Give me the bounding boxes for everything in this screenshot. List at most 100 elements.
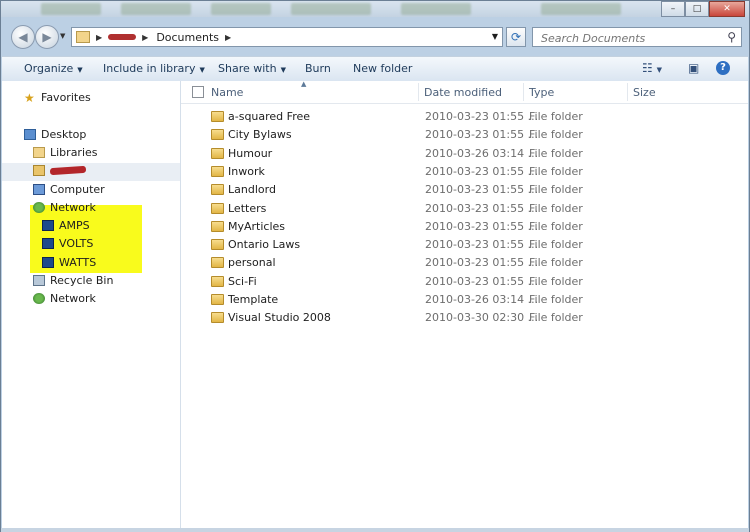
table-row[interactable]: Visual Studio 2008 2010-03-30 02:30 ... Fi…: [181, 309, 748, 327]
table-row[interactable]: Sci-Fi 2010-03-23 01:55 ... File folder: [181, 273, 748, 291]
nav-watts-label: WATTS: [59, 256, 97, 269]
table-row[interactable]: Ontario Laws 2010-03-23 01:55 ... File fol…: [181, 236, 748, 254]
column-name[interactable]: Name: [211, 86, 243, 99]
column-divider[interactable]: [523, 83, 524, 101]
caret-down-icon: ▼: [280, 66, 286, 74]
recent-pages-dropdown[interactable]: ▼: [60, 32, 65, 40]
search-icon[interactable]: ⚲: [727, 30, 736, 44]
nav-network-volts[interactable]: VOLTS: [42, 237, 93, 250]
search-input[interactable]: [539, 29, 723, 47]
column-divider[interactable]: [418, 83, 419, 101]
nav-favorites-label: Favorites: [41, 91, 91, 104]
file-name: Template: [228, 293, 279, 306]
file-name: Inwork: [228, 164, 265, 178]
nav-network-amps[interactable]: AMPS: [42, 219, 90, 232]
file-date-modified: 2010-03-26 03:14 ...: [425, 146, 539, 160]
blurred-taskbar-item: [291, 3, 371, 15]
search-box[interactable]: ⚲: [532, 27, 742, 47]
file-name: Visual Studio 2008: [228, 311, 331, 325]
address-dropdown-icon[interactable]: ▼: [492, 32, 498, 41]
refresh-button[interactable]: ⟳: [506, 27, 526, 47]
file-date-modified: 2010-03-23 01:55 ...: [425, 128, 539, 142]
table-row[interactable]: Letters 2010-03-23 01:55 ... File folder: [181, 200, 748, 218]
table-row[interactable]: Template 2010-03-26 03:14 ... File folder: [181, 291, 748, 309]
back-button[interactable]: ◀: [11, 25, 35, 49]
nav-libraries[interactable]: Libraries: [33, 146, 98, 159]
caret-down-icon: ▼: [656, 66, 662, 74]
window-bottom-edge: [1, 528, 749, 532]
file-type: File folder: [529, 128, 583, 142]
desktop-icon: [24, 129, 36, 140]
table-row[interactable]: Humour 2010-03-26 03:14 ... File folder: [181, 145, 748, 163]
column-type[interactable]: Type: [529, 86, 554, 99]
new-folder-button[interactable]: New folder: [353, 62, 412, 75]
file-type: File folder: [529, 274, 583, 288]
caret-down-icon: ▼: [199, 66, 205, 74]
navigation-pane[interactable]: ★ Favorites Desktop Libraries Computer Ne…: [2, 81, 181, 531]
file-list[interactable]: ▲ Name Date modified Type Size a-squared…: [181, 80, 748, 531]
change-view-button[interactable]: ☷ ▼: [642, 61, 662, 75]
redacted-user-crumb[interactable]: [108, 34, 137, 40]
nav-user-folder[interactable]: [33, 165, 87, 176]
file-date-modified: 2010-03-30 02:30 ...: [425, 311, 539, 325]
table-row[interactable]: personal 2010-03-23 01:55 ... File folder: [181, 254, 748, 272]
nav-recycle-bin[interactable]: Recycle Bin: [33, 274, 113, 287]
folder-icon: [211, 111, 224, 122]
nav-favorites[interactable]: ★ Favorites: [24, 91, 91, 104]
nav-computer[interactable]: Computer: [33, 183, 105, 196]
preview-pane-button[interactable]: ▣: [688, 61, 699, 75]
table-row[interactable]: Inwork 2010-03-23 01:55 ... File folder: [181, 163, 748, 181]
maximize-button[interactable]: □: [685, 1, 709, 17]
explorer-window: – □ ✕ ◀ ▶ ▼ ▶ ▶ Documents ▶ ▼ ⟳ ⚲ Organi…: [0, 0, 750, 532]
folder-icon: [211, 220, 224, 232]
nav-desktop-label: Desktop: [41, 128, 87, 141]
close-button[interactable]: ✕: [709, 1, 745, 17]
include-in-library-button[interactable]: Include in library ▼: [103, 62, 205, 75]
file-name: Landlord: [228, 183, 276, 197]
help-icon[interactable]: ?: [716, 61, 730, 75]
table-row[interactable]: City Bylaws 2010-03-23 01:55 ... File fold…: [181, 126, 748, 144]
organize-button[interactable]: Organize ▼: [24, 62, 83, 75]
chevron-right-icon[interactable]: ▶: [142, 33, 148, 42]
nav-network-watts[interactable]: WATTS: [42, 256, 96, 269]
arrow-left-icon: ◀: [18, 30, 28, 44]
recycle-bin-icon: [33, 275, 45, 286]
network-icon: [33, 293, 45, 304]
file-date-modified: 2010-03-23 01:55 ...: [425, 110, 539, 123]
network-computer-icon: [42, 238, 54, 249]
breadcrumb-documents[interactable]: Documents: [156, 31, 219, 44]
share-with-button[interactable]: Share with ▼: [218, 62, 286, 75]
share-with-label: Share with: [218, 62, 277, 75]
nav-desktop[interactable]: Desktop: [24, 128, 86, 141]
nav-libraries-label: Libraries: [50, 146, 98, 159]
column-date-modified[interactable]: Date modified: [424, 86, 502, 99]
folder-icon: [211, 239, 224, 251]
file-date-modified: 2010-03-23 01:55 ...: [425, 256, 539, 270]
file-name: Sci-Fi: [228, 274, 257, 288]
file-type: File folder: [529, 164, 583, 178]
column-divider[interactable]: [627, 83, 628, 101]
view-list-icon: ☷: [642, 61, 653, 75]
main-area: ★ Favorites Desktop Libraries Computer Ne…: [2, 80, 748, 531]
minimize-button[interactable]: –: [661, 1, 685, 17]
table-row[interactable]: MyArticles 2010-03-23 01:55 ... File folde…: [181, 218, 748, 236]
table-row[interactable]: Landlord 2010-03-23 01:55 ... File folder: [181, 181, 748, 199]
forward-button[interactable]: ▶: [35, 25, 59, 49]
chevron-right-icon[interactable]: ▶: [96, 33, 102, 42]
select-all-checkbox[interactable]: [192, 86, 204, 98]
folder-icon: [211, 294, 224, 305]
organize-label: Organize: [24, 62, 74, 75]
file-name: Humour: [228, 146, 273, 160]
nav-network[interactable]: Network: [33, 201, 96, 214]
command-bar: Organize ▼ Include in library ▼ Share with…: [2, 56, 748, 82]
chevron-right-icon[interactable]: ▶: [225, 33, 231, 42]
column-size[interactable]: Size: [633, 86, 656, 99]
nav-network-2[interactable]: Network: [33, 292, 96, 305]
folder-icon: [211, 275, 224, 287]
file-type: File folder: [529, 110, 583, 123]
file-name: personal: [228, 256, 276, 270]
table-row[interactable]: a-squared Free 2010-03-23 01:55 ... File f…: [181, 108, 748, 126]
burn-button[interactable]: Burn: [305, 62, 331, 75]
redacted-username: [49, 165, 87, 176]
address-bar[interactable]: ▶ ▶ Documents ▶ ▼: [71, 27, 503, 47]
